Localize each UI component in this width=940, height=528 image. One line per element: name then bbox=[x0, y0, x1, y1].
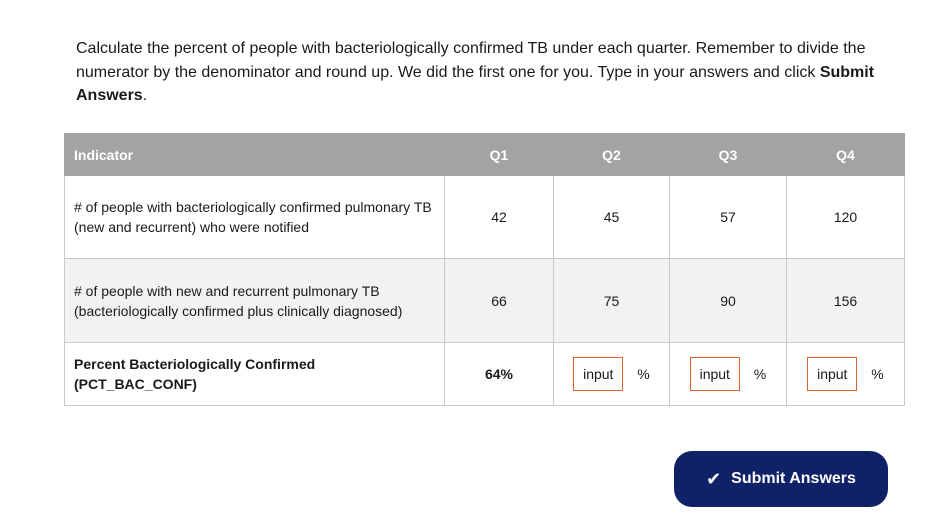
row-label-percent: Percent Bacteriologically Confirmed (PCT… bbox=[64, 342, 445, 406]
cell-q2-answer: % bbox=[553, 342, 670, 406]
cell-q2: 75 bbox=[553, 258, 670, 343]
table-row: Percent Bacteriologically Confirmed (PCT… bbox=[64, 342, 905, 406]
cell-q1: 66 bbox=[444, 258, 554, 343]
q4-answer-input[interactable] bbox=[807, 357, 858, 391]
instructions-body: Calculate the percent of people with bac… bbox=[76, 40, 866, 81]
header-indicator: Indicator bbox=[64, 133, 445, 176]
cell-q1: 42 bbox=[444, 175, 554, 259]
cell-q2: 45 bbox=[553, 175, 670, 259]
header-q4: Q4 bbox=[786, 133, 905, 176]
indicator-table: Indicator Q1 Q2 Q3 Q4 # of people with b… bbox=[64, 133, 905, 406]
submit-answers-label: Submit Answers bbox=[731, 470, 856, 487]
cell-q3: 90 bbox=[669, 258, 787, 343]
q2-answer-input[interactable] bbox=[573, 357, 624, 391]
table-row: # of people with new and recurrent pulmo… bbox=[64, 258, 905, 343]
check-icon: ✔ bbox=[706, 469, 722, 489]
cell-q4: 156 bbox=[786, 258, 905, 343]
percent-sign: % bbox=[637, 366, 650, 382]
header-q1: Q1 bbox=[444, 133, 554, 176]
row-label-denominator: # of people with new and recurrent pulmo… bbox=[64, 258, 445, 343]
instructions-text: Calculate the percent of people with bac… bbox=[76, 37, 916, 108]
submit-answers-button[interactable]: ✔ Submit Answers bbox=[674, 451, 888, 507]
cell-q3-answer: % bbox=[669, 342, 787, 406]
percent-sign: % bbox=[871, 366, 884, 382]
q3-answer-input[interactable] bbox=[689, 357, 740, 391]
q1-answer: 64% bbox=[444, 342, 554, 406]
table-row: # of people with bacteriologically confi… bbox=[64, 175, 905, 259]
table-header-row: Indicator Q1 Q2 Q3 Q4 bbox=[64, 133, 905, 176]
instructions-end: . bbox=[142, 87, 148, 104]
header-q3: Q3 bbox=[669, 133, 787, 176]
row-label-numerator: # of people with bacteriologically confi… bbox=[64, 175, 445, 259]
cell-q4: 120 bbox=[786, 175, 905, 259]
cell-q4-answer: % bbox=[786, 342, 905, 406]
header-q2: Q2 bbox=[553, 133, 670, 176]
percent-sign: % bbox=[753, 366, 767, 382]
cell-q3: 57 bbox=[669, 175, 787, 259]
